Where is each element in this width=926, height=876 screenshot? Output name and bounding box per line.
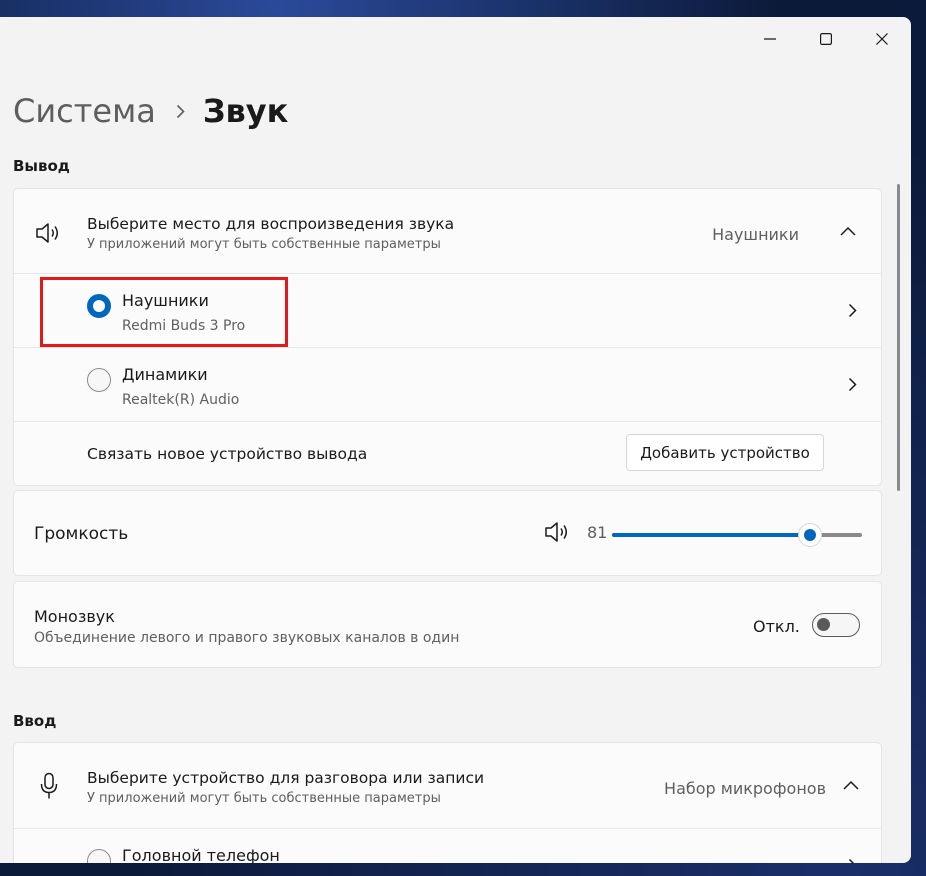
input-device-selector[interactable]: Выберите устройство для разговора или за… xyxy=(14,743,881,828)
input-device-card: Выберите устройство для разговора или за… xyxy=(13,742,882,863)
mono-audio-card: Монозвук Объединение левого и правого зв… xyxy=(13,581,882,668)
radio-headset[interactable] xyxy=(87,849,111,863)
input-selector-title: Выберите устройство для разговора или за… xyxy=(87,769,485,787)
chevron-right-icon[interactable] xyxy=(847,857,857,863)
maximize-button[interactable] xyxy=(803,23,849,55)
mono-audio-title: Монозвук xyxy=(34,607,115,626)
volume-slider-thumb[interactable] xyxy=(799,524,821,546)
device-detail: Redmi Buds 3 Pro xyxy=(122,318,246,334)
section-title-input: Ввод xyxy=(13,712,57,730)
add-device-button[interactable]: Добавить устройство xyxy=(626,434,824,471)
volume-label: Громкость xyxy=(34,524,129,544)
mono-audio-state: Откл. xyxy=(753,617,800,636)
breadcrumb: Система Звук xyxy=(13,89,288,133)
mono-audio-toggle[interactable] xyxy=(812,613,860,637)
speaker-icon xyxy=(34,220,64,246)
input-device-item-headset[interactable]: Головной телефон xyxy=(14,829,881,863)
breadcrumb-parent-link[interactable]: Система xyxy=(13,91,156,131)
radio-headphones[interactable] xyxy=(87,294,111,318)
device-name: Головной телефон xyxy=(122,846,280,863)
input-selector-subtitle: У приложений могут быть собственные пара… xyxy=(87,791,441,806)
minimize-button[interactable] xyxy=(747,23,793,55)
radio-speakers[interactable] xyxy=(87,368,111,392)
minimize-icon xyxy=(764,38,776,40)
output-selected-value: Наушники xyxy=(712,225,799,244)
device-name: Наушники xyxy=(122,291,209,310)
close-button[interactable] xyxy=(859,23,905,55)
chevron-up-icon[interactable] xyxy=(840,225,856,237)
output-selector-subtitle: У приложений могут быть собственные пара… xyxy=(87,237,441,252)
chevron-up-icon[interactable] xyxy=(843,779,859,791)
chevron-right-icon xyxy=(176,104,185,119)
section-title-output: Вывод xyxy=(13,157,70,175)
output-device-card: Выберите место для воспроизведения звука… xyxy=(13,188,882,486)
device-name: Динамики xyxy=(122,365,208,384)
output-selector-title: Выберите место для воспроизведения звука xyxy=(87,215,455,233)
scrollbar[interactable] xyxy=(897,184,900,491)
divider xyxy=(14,421,881,422)
microphone-icon xyxy=(38,772,60,800)
volume-slider-fill xyxy=(612,533,810,537)
page-title: Звук xyxy=(202,92,289,130)
pair-device-label: Связать новое устройство вывода xyxy=(87,445,368,463)
output-device-selector[interactable]: Выберите место для воспроизведения звука… xyxy=(14,189,881,273)
maximize-icon xyxy=(820,33,832,45)
chevron-right-icon[interactable] xyxy=(847,302,857,318)
toggle-knob xyxy=(817,618,830,631)
close-icon xyxy=(876,33,888,45)
device-detail: Realtek(R) Audio xyxy=(122,392,240,408)
output-device-item-headphones[interactable]: Наушники Redmi Buds 3 Pro xyxy=(14,274,881,347)
input-selected-value: Набор микрофонов xyxy=(664,779,826,798)
volume-value: 81 xyxy=(587,523,608,542)
settings-window: Система Звук Вывод Выберите место для во… xyxy=(0,17,911,863)
output-device-item-speakers[interactable]: Динамики Realtek(R) Audio xyxy=(14,348,881,421)
chevron-right-icon[interactable] xyxy=(847,376,857,392)
volume-slider[interactable] xyxy=(612,524,862,546)
volume-card: Громкость 81 xyxy=(13,490,882,576)
speaker-volume-icon[interactable] xyxy=(544,520,572,544)
mono-audio-subtitle: Объединение левого и правого звуковых ка… xyxy=(34,630,460,646)
